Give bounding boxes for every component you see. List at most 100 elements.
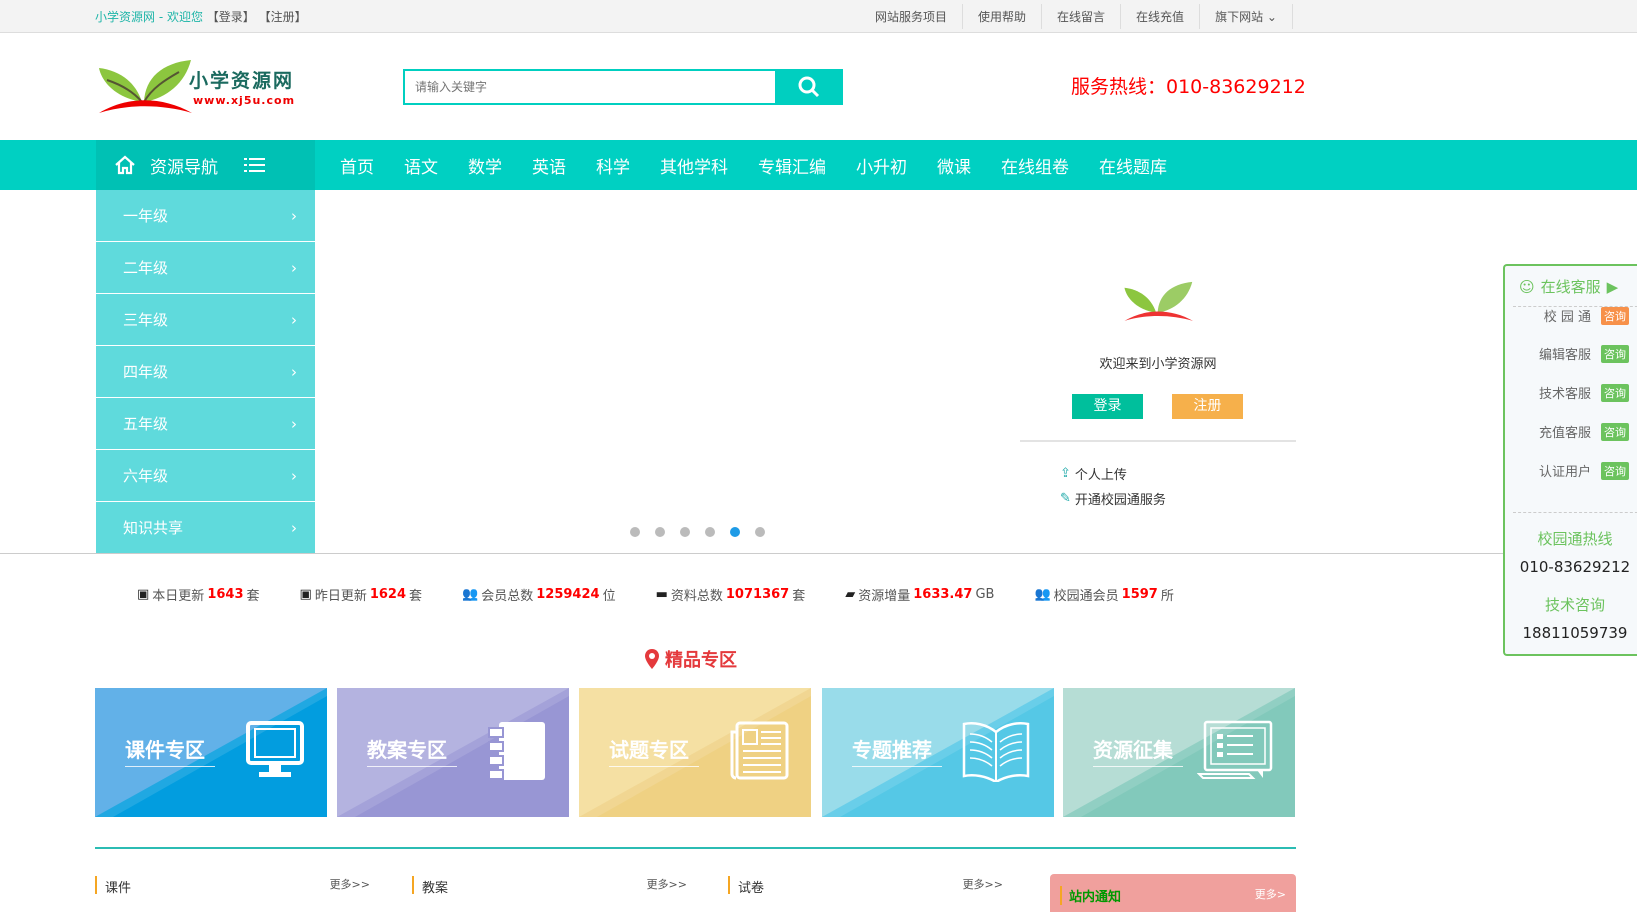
divider [1020, 440, 1296, 442]
logo[interactable]: 小学资源网 www.xj5u.com [97, 58, 307, 118]
carousel-dot[interactable] [730, 527, 740, 537]
home-icon [115, 155, 135, 175]
grade-label: 六年级 [123, 467, 169, 485]
edit-icon: ✎ [1060, 491, 1071, 506]
stat-unit: 位 [602, 589, 616, 604]
top-link[interactable]: 网站服务项目 [860, 4, 964, 29]
more-link[interactable]: 更多>> [330, 876, 370, 892]
featured-card[interactable]: 资源征集 [1063, 688, 1295, 817]
stat-label: 资料总数 [670, 589, 723, 604]
nav-question-bank[interactable]: 在线题库 [1099, 153, 1167, 178]
service-row[interactable]: 技术客服 咨询 [1523, 383, 1637, 402]
top-link[interactable]: 旗下网站 ⌄ [1200, 4, 1293, 29]
nav-english[interactable]: 英语 [532, 153, 566, 178]
nav-xiaoshengchu[interactable]: 小升初 [856, 153, 907, 178]
more-link[interactable]: 更多>> [647, 876, 687, 892]
grade-item[interactable]: 四年级 › [96, 346, 315, 398]
hotline-number: 010-83629212 [1519, 558, 1631, 576]
grade-item[interactable]: 二年级 › [96, 242, 315, 294]
featured-card[interactable]: 专题推荐 [822, 688, 1054, 817]
notice-more-link[interactable]: 更多> [1255, 886, 1286, 902]
register-button[interactable]: 注册 [1172, 394, 1243, 419]
upload-link[interactable]: ⇪ 个人上传 [1060, 464, 1127, 483]
grade-item[interactable]: 六年级 › [96, 450, 315, 502]
carousel-dot[interactable] [680, 527, 690, 537]
login-link[interactable]: 【登录】 [207, 10, 255, 24]
carousel-dot[interactable] [755, 527, 765, 537]
top-links: 网站服务项目 使用帮助 在线留言 在线充值 旗下网站 ⌄ [860, 4, 1293, 29]
service-header[interactable]: ☺ 在线客服 ▶ [1519, 276, 1618, 297]
resource-nav[interactable]: 资源导航 [96, 140, 315, 190]
search-input[interactable] [403, 69, 775, 105]
top-link[interactable]: 使用帮助 [963, 4, 1043, 29]
consult-badge[interactable]: 咨询 [1601, 306, 1629, 325]
arrow-right-icon: ▶ [1606, 277, 1619, 296]
featured-card[interactable]: 试题专区 [579, 688, 811, 817]
stat-unit: GB [975, 587, 995, 602]
stat-label: 本日更新 [152, 589, 205, 604]
chevron-right-icon: › [291, 414, 297, 433]
chevron-right-icon: › [291, 206, 297, 225]
featured-card[interactable]: 教案专区 [337, 688, 569, 817]
nav-home[interactable]: 首页 [340, 153, 374, 178]
consult-badge[interactable]: 咨询 [1601, 422, 1629, 441]
open-service-link[interactable]: ✎ 开通校园通服务 [1060, 489, 1166, 508]
stat-value: 1597 [1121, 587, 1158, 602]
grade-label: 三年级 [123, 311, 169, 329]
grade-label: 知识共享 [123, 519, 184, 537]
service-row[interactable]: 编辑客服 咨询 [1523, 344, 1637, 363]
carousel-dot[interactable] [705, 527, 715, 537]
stat-item: ▣ 本日更新 1643 套 [137, 585, 260, 604]
stats-row: ▣ 本日更新 1643 套 ▣ 昨日更新 1624 套 👥 会员总数 1259424 位 ▬ 资料总… [137, 585, 1174, 604]
database-icon: ▬ [655, 587, 668, 602]
search-button[interactable] [775, 69, 843, 105]
register-link[interactable]: 【注册】 [259, 10, 307, 24]
carousel-dot[interactable] [655, 527, 665, 537]
grade-item[interactable]: 一年级 › [96, 190, 315, 242]
nav-chinese[interactable]: 语文 [404, 153, 438, 178]
featured-card[interactable]: 课件专区 [95, 688, 327, 817]
top-link[interactable]: 在线充值 [1121, 4, 1201, 29]
grade-label: 一年级 [123, 207, 169, 225]
chevron-right-icon: › [291, 310, 297, 329]
calendar-icon: ▣ [299, 587, 312, 602]
consult-badge[interactable]: 咨询 [1601, 383, 1629, 402]
grade-item[interactable]: 三年级 › [96, 294, 315, 346]
nav-microlesson[interactable]: 微课 [937, 153, 971, 178]
grade-label: 二年级 [123, 259, 169, 277]
service-label: 校 园 通 [1543, 310, 1591, 325]
logo-title: 小学资源网 [189, 70, 295, 92]
nav-other[interactable]: 其他学科 [660, 153, 728, 178]
stat-value: 1071367 [725, 587, 790, 602]
column-title: 试卷 [728, 876, 764, 896]
service-row[interactable]: 校 园 通咨询 [1523, 306, 1637, 325]
login-button[interactable]: 登录 [1072, 394, 1143, 419]
grade-label: 五年级 [123, 415, 169, 433]
site-link[interactable]: 小学资源网 - 欢迎您 [95, 10, 203, 24]
top-link[interactable]: 在线留言 [1042, 4, 1122, 29]
carousel-dots [630, 527, 765, 537]
carousel-dot[interactable] [630, 527, 640, 537]
grade-item[interactable]: 知识共享 › [96, 502, 315, 554]
location-pin-icon [645, 649, 659, 669]
grade-item[interactable]: 五年级 › [96, 398, 315, 450]
nav-science[interactable]: 科学 [596, 153, 630, 178]
notice-title: 站内通知 [1060, 886, 1121, 905]
stat-label: 会员总数 [481, 589, 534, 604]
nav-math[interactable]: 数学 [468, 153, 502, 178]
featured-heading: 精品专区 [645, 646, 737, 672]
service-row[interactable]: 认证用户 咨询 [1523, 461, 1637, 480]
online-service-panel: ☺ 在线客服 ▶ 校 园 通咨询 编辑客服 咨询 技术客服 咨询 充值客服 咨询 认证用户… [1503, 264, 1637, 656]
nav-albums[interactable]: 专辑汇编 [758, 153, 826, 178]
logo-url: www.xj5u.com [193, 94, 296, 107]
nav-paper-builder[interactable]: 在线组卷 [1001, 153, 1069, 178]
form-icon [1196, 720, 1273, 786]
grade-menu: 一年级 › 二年级 › 三年级 › 四年级 › 五年级 › 六年级 › 知识共享 › [96, 190, 315, 554]
featured-title: 精品专区 [665, 650, 737, 671]
leaf-logo-icon [1124, 281, 1193, 321]
consult-badge[interactable]: 咨询 [1601, 344, 1629, 363]
service-row[interactable]: 充值客服 咨询 [1523, 422, 1637, 441]
chevron-right-icon: › [291, 258, 297, 277]
more-link[interactable]: 更多>> [963, 876, 1003, 892]
consult-badge[interactable]: 咨询 [1601, 461, 1629, 480]
